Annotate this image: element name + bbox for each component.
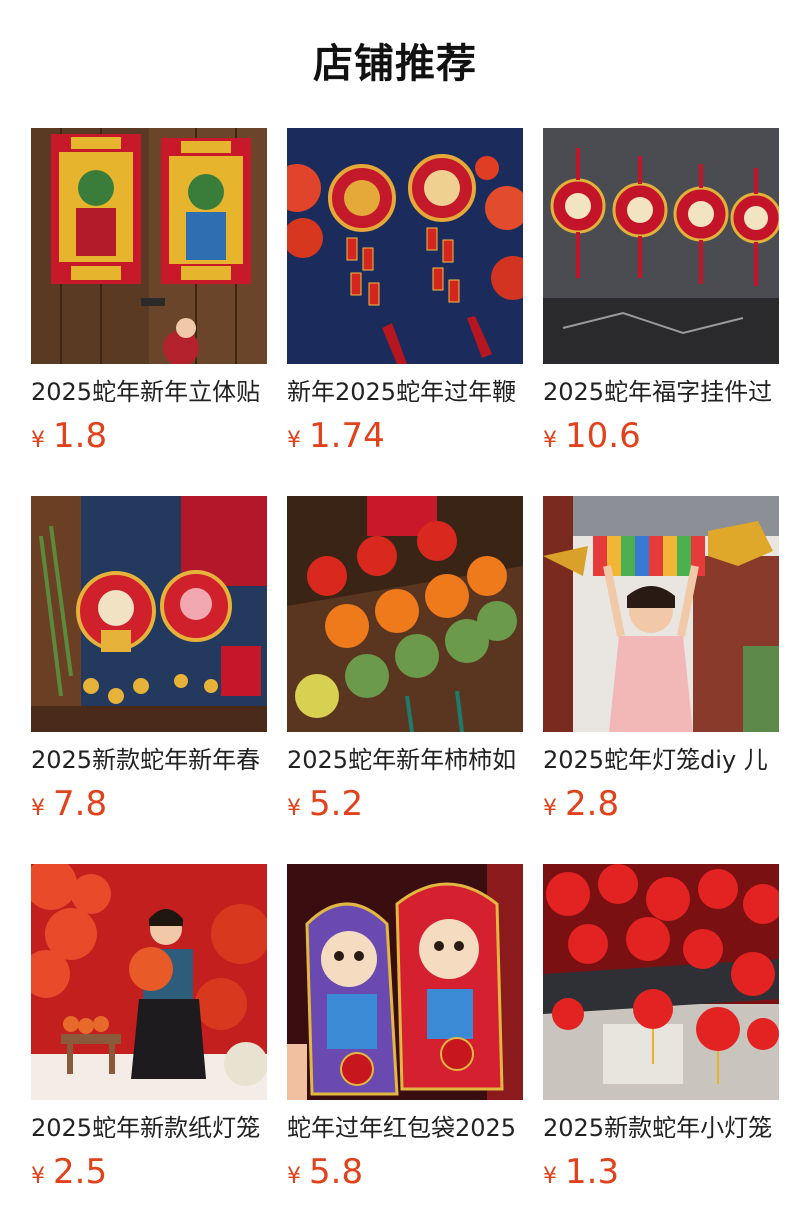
xin-nian-kuai-le-pendants-image[interactable] (543, 128, 779, 364)
price-row: ¥5.2 (287, 784, 523, 824)
product-price: 7.8 (53, 784, 108, 824)
currency-symbol: ¥ (287, 796, 301, 821)
product-name[interactable]: 2025新款蛇年小灯笼 (543, 1112, 779, 1144)
currency-symbol: ¥ (31, 796, 45, 821)
price-row: ¥10.6 (543, 416, 779, 456)
product-name[interactable]: 蛇年过年红包袋2025 (287, 1112, 523, 1144)
product-price: 5.2 (309, 784, 364, 824)
product-name[interactable]: 新年2025蛇年过年鞭 (287, 376, 523, 408)
product-card[interactable]: 2025新款蛇年小灯笼 ¥1.3 (543, 864, 779, 1192)
currency-symbol: ¥ (287, 428, 301, 453)
product-price: 2.8 (565, 784, 620, 824)
product-price: 2.5 (53, 1152, 108, 1192)
product-price: 1.8 (53, 416, 108, 456)
product-card[interactable]: 2025蛇年新款纸灯笼 ¥2.5 (31, 864, 267, 1192)
product-price: 10.6 (565, 416, 641, 456)
currency-symbol: ¥ (543, 796, 557, 821)
currency-symbol: ¥ (543, 428, 557, 453)
currency-symbol: ¥ (543, 1164, 557, 1189)
firecracker-pendant-image[interactable] (287, 128, 523, 364)
product-card[interactable]: 2025蛇年新年立体贴 ¥1.8 (31, 128, 267, 456)
price-row: ¥1.8 (31, 416, 267, 456)
product-card[interactable]: 2025蛇年新年柿柿如 ¥5.2 (287, 496, 523, 824)
paper-lanterns-child-image[interactable] (31, 864, 267, 1100)
persimmon-ornaments-image[interactable] (287, 496, 523, 732)
product-card[interactable]: 蛇年过年红包袋2025 ¥5.8 (287, 864, 523, 1192)
product-price: 1.74 (309, 416, 385, 456)
dragon-lantern-child-image[interactable] (543, 496, 779, 732)
price-row: ¥2.8 (543, 784, 779, 824)
product-name[interactable]: 2025蛇年新年立体贴 (31, 376, 267, 408)
price-row: ¥5.8 (287, 1152, 523, 1192)
price-row: ¥7.8 (31, 784, 267, 824)
product-price: 5.8 (309, 1152, 364, 1192)
product-name[interactable]: 2025蛇年新年柿柿如 (287, 744, 523, 776)
currency-symbol: ¥ (287, 1164, 301, 1189)
product-price: 1.3 (565, 1152, 620, 1192)
product-grid: 2025蛇年新年立体贴 ¥1.8 新年2025蛇年过年鞭 ¥ 1.74 2025… (31, 128, 779, 1192)
lion-pendant-image[interactable] (31, 496, 267, 732)
red-envelope-bags-image[interactable] (287, 864, 523, 1100)
currency-symbol: ¥ (31, 428, 45, 453)
price-row: ¥1.74 (287, 416, 523, 456)
product-name[interactable]: 2025蛇年灯笼diy 儿 (543, 744, 779, 776)
small-lanterns-image[interactable] (543, 864, 779, 1100)
product-card[interactable]: 2025蛇年福字挂件过 ¥10.6 (543, 128, 779, 456)
door-god-couplet-image[interactable] (31, 128, 267, 364)
page-title: 店铺推荐 (313, 41, 477, 87)
product-card[interactable]: 2025蛇年灯笼diy 儿 ¥2.8 (543, 496, 779, 824)
currency-symbol: ¥ (31, 1164, 45, 1189)
product-name[interactable]: 2025蛇年新款纸灯笼 (31, 1112, 267, 1144)
price-row: ¥1.3 (543, 1152, 779, 1192)
price-row: ¥2.5 (31, 1152, 267, 1192)
product-name[interactable]: 2025蛇年福字挂件过 (543, 376, 779, 408)
product-card[interactable]: 新年2025蛇年过年鞭 ¥1.74 (287, 128, 523, 456)
product-card[interactable]: 2025新款蛇年新年春 ¥7.8 (31, 496, 267, 824)
product-name[interactable]: 2025新款蛇年新年春 (31, 744, 267, 776)
